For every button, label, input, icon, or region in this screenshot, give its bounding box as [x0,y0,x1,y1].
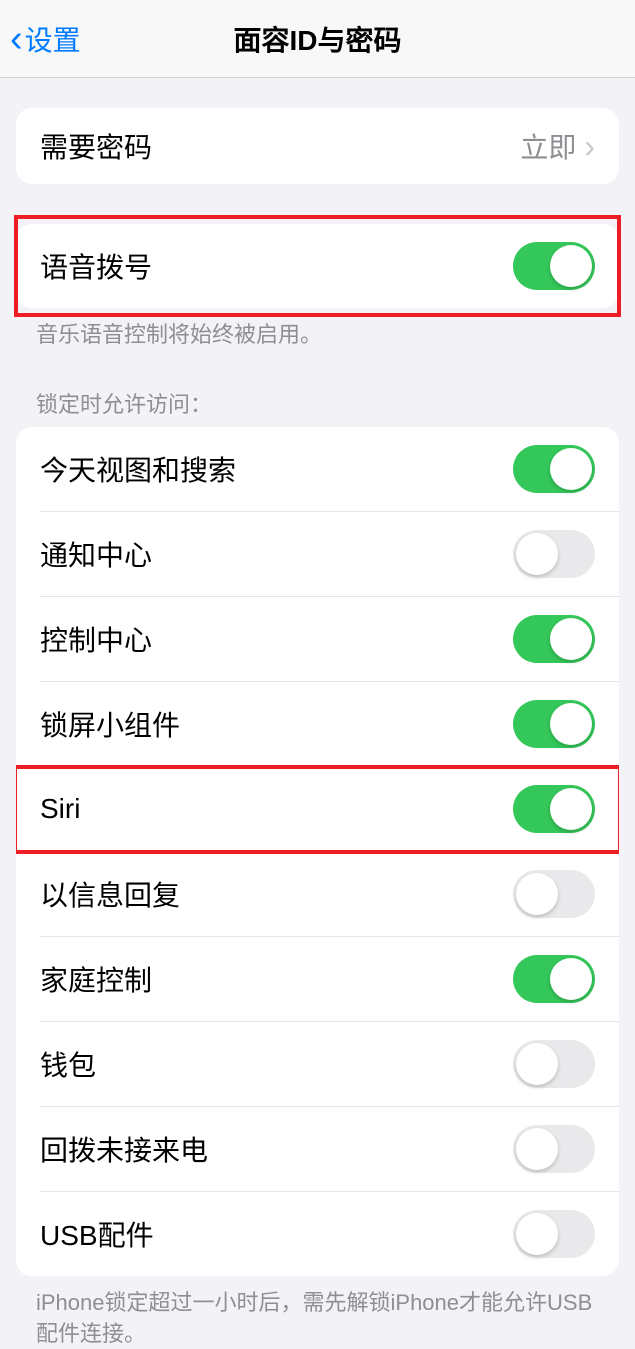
page-title: 面容ID与密码 [0,19,635,59]
voice-dial-group: 语音拨号 [16,224,619,308]
toggle-knob [516,873,558,915]
content: 需要密码 立即 › 语音拨号 音乐语音控制将始终被启用。 锁定时允许访问： 今天… [0,108,635,1349]
lock-access-label: 家庭控制 [40,959,152,999]
require-passcode-row[interactable]: 需要密码 立即 › [16,108,619,184]
lock-access-toggle[interactable] [513,1125,595,1173]
lock-access-row-wrapper: USB配件 [16,1192,619,1276]
toggle-knob [550,788,592,830]
voice-dial-label: 语音拨号 [40,246,152,286]
lock-access-label: 今天视图和搜索 [40,449,236,489]
lock-access-row-wrapper: 以信息回复 [16,852,619,936]
lock-access-toggle[interactable] [513,700,595,748]
toggle-knob [550,618,592,660]
back-label: 设置 [25,19,81,59]
passcode-group: 需要密码 立即 › [16,108,619,184]
lock-access-footer: iPhone锁定超过一小时后，需先解锁iPhone才能允许USB配件连接。 [36,1288,599,1349]
require-passcode-value: 立即 [520,126,576,166]
lock-access-toggle[interactable] [513,1210,595,1258]
lock-access-toggle[interactable] [513,785,595,833]
lock-access-header: 锁定时允许访问： [36,387,599,419]
lock-access-label: 通知中心 [40,534,152,574]
lock-access-row-wrapper: 家庭控制 [16,937,619,1021]
chevron-left-icon: ‹ [10,20,23,58]
toggle-knob [550,958,592,1000]
lock-access-row-wrapper: 回拨未接来电 [16,1107,619,1191]
lock-access-row[interactable]: 锁屏小组件 [16,682,619,766]
lock-access-row[interactable]: 家庭控制 [16,937,619,1021]
navigation-bar: ‹ 设置 面容ID与密码 [0,0,635,78]
voice-dial-toggle[interactable] [513,242,595,290]
lock-access-label: 钱包 [40,1044,96,1084]
lock-access-row[interactable]: 钱包 [16,1022,619,1106]
back-button[interactable]: ‹ 设置 [10,19,81,59]
lock-access-row-wrapper: 钱包 [16,1022,619,1106]
toggle-knob [516,533,558,575]
lock-access-toggle[interactable] [513,955,595,1003]
lock-access-row[interactable]: USB配件 [16,1192,619,1276]
toggle-knob [550,703,592,745]
lock-access-toggle[interactable] [513,615,595,663]
lock-access-group: 今天视图和搜索通知中心控制中心锁屏小组件 Siri 以信息回复家庭控制钱包回拨未接来… [16,427,619,1276]
lock-access-row[interactable]: Siri [16,767,619,851]
voice-dial-row[interactable]: 语音拨号 [16,224,619,308]
lock-access-row[interactable]: 以信息回复 [16,852,619,936]
lock-access-label: 以信息回复 [40,874,180,914]
toggle-knob [516,1213,558,1255]
lock-access-row[interactable]: 通知中心 [16,512,619,596]
toggle-knob [516,1128,558,1170]
lock-access-toggle[interactable] [513,870,595,918]
lock-access-label: USB配件 [40,1214,154,1254]
voice-dial-footer: 音乐语音控制将始终被启用。 [36,320,599,351]
lock-access-toggle[interactable] [513,1040,595,1088]
lock-access-row-wrapper: Siri [16,767,619,851]
toggle-knob [550,448,592,490]
lock-access-row[interactable]: 控制中心 [16,597,619,681]
toggle-knob [550,245,592,287]
lock-access-label: Siri [40,793,80,825]
lock-access-row-wrapper: 锁屏小组件 [16,682,619,766]
lock-access-row[interactable]: 今天视图和搜索 [16,427,619,511]
toggle-knob [516,1043,558,1085]
lock-access-toggle[interactable] [513,530,595,578]
chevron-right-icon: › [584,128,595,165]
lock-access-row-wrapper: 通知中心 [16,512,619,596]
lock-access-row[interactable]: 回拨未接来电 [16,1107,619,1191]
lock-access-label: 回拨未接来电 [40,1129,208,1169]
lock-access-label: 锁屏小组件 [40,704,180,744]
lock-access-row-wrapper: 今天视图和搜索 [16,427,619,511]
require-passcode-label: 需要密码 [40,126,152,166]
lock-access-row-wrapper: 控制中心 [16,597,619,681]
lock-access-label: 控制中心 [40,619,152,659]
lock-access-toggle[interactable] [513,445,595,493]
